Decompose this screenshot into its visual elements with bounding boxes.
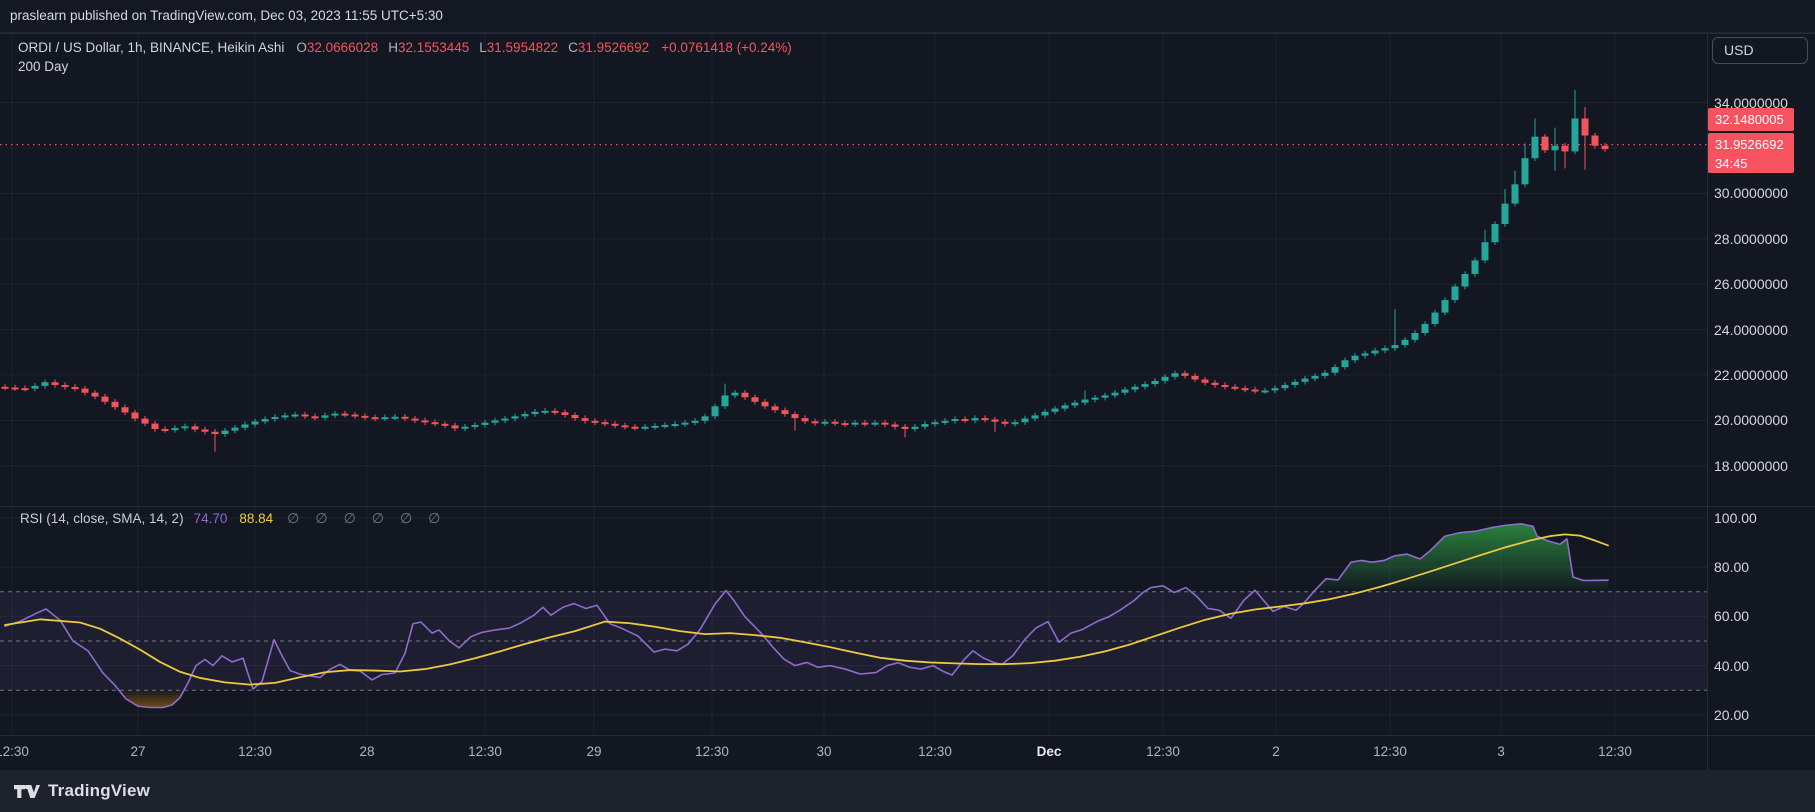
tradingview-logo-icon[interactable] bbox=[14, 783, 40, 800]
time-axis-label: 12:30 bbox=[918, 743, 952, 760]
open-label: O bbox=[296, 40, 307, 55]
empty-set-icon: ∅ bbox=[344, 510, 356, 527]
time-axis-label: 12:30 bbox=[0, 743, 29, 760]
time-axis-label: 29 bbox=[586, 743, 601, 760]
price-tick-label: 24.0000000 bbox=[1714, 322, 1809, 338]
high-label: H bbox=[388, 40, 398, 55]
bar-countdown: 34:45 bbox=[1715, 154, 1794, 173]
time-axis-label: 3 bbox=[1497, 743, 1505, 760]
attribution-text: praslearn published on TradingView.com, … bbox=[10, 0, 443, 32]
time-axis-label: 27 bbox=[130, 743, 145, 760]
price-tick-label: 20.0000000 bbox=[1714, 412, 1809, 428]
chart-canvas[interactable] bbox=[0, 0, 1815, 812]
high-value: 32.1553445 bbox=[398, 40, 469, 55]
price-tick-label: 18.0000000 bbox=[1714, 458, 1809, 474]
price-tick-label: 22.0000000 bbox=[1714, 367, 1809, 383]
tradingview-wordmark[interactable]: TradingView bbox=[48, 781, 150, 801]
time-axis-label: 28 bbox=[359, 743, 374, 760]
rsi-tick-label: 100.00 bbox=[1714, 510, 1809, 526]
rsi-tick-label: 20.00 bbox=[1714, 707, 1809, 723]
rsi-title[interactable]: RSI (14, close, SMA, 14, 2) bbox=[20, 511, 184, 526]
price-tick-label: 30.0000000 bbox=[1714, 185, 1809, 201]
close-label: C bbox=[568, 40, 578, 55]
rsi-empty-value-icons: ∅ ∅ ∅ ∅ ∅ ∅ bbox=[287, 510, 456, 527]
change-value: +0.0761418 (+0.24%) bbox=[661, 40, 792, 55]
time-axis-label: 12:30 bbox=[468, 743, 502, 760]
empty-set-icon: ∅ bbox=[428, 510, 440, 527]
open-value: 32.0666028 bbox=[307, 40, 378, 55]
rsi-tick-label: 80.00 bbox=[1714, 559, 1809, 575]
time-axis-label: 12:30 bbox=[1146, 743, 1180, 760]
empty-set-icon: ∅ bbox=[287, 510, 299, 527]
bottom-bar: TradingView bbox=[0, 770, 1815, 812]
time-axis-label: 12:30 bbox=[1598, 743, 1632, 760]
time-axis-label: 2 bbox=[1272, 743, 1280, 760]
time-axis-label: 12:30 bbox=[238, 743, 272, 760]
rsi-tick-label: 40.00 bbox=[1714, 658, 1809, 674]
time-axis-label: 30 bbox=[816, 743, 831, 760]
low-label: L bbox=[479, 40, 487, 55]
empty-set-icon: ∅ bbox=[400, 510, 412, 527]
price-tick-label: 26.0000000 bbox=[1714, 276, 1809, 292]
last-price-countdown-badge: 31.9526692 34:45 bbox=[1708, 133, 1794, 173]
rsi-tick-label: 60.00 bbox=[1714, 608, 1809, 624]
rsi-legend[interactable]: RSI (14, close, SMA, 14, 2) 74.70 88.84 … bbox=[20, 510, 456, 527]
low-value: 31.5954822 bbox=[487, 40, 558, 55]
empty-set-icon: ∅ bbox=[372, 510, 384, 527]
attribution-bar: praslearn published on TradingView.com, … bbox=[0, 0, 1815, 33]
symbol-legend[interactable]: ORDI / US Dollar, 1h, BINANCE, Heikin As… bbox=[18, 39, 792, 56]
indicator-label-200day[interactable]: 200 Day bbox=[18, 59, 68, 76]
tradingview-chart-window: praslearn published on TradingView.com, … bbox=[0, 0, 1815, 812]
time-axis-label: 12:30 bbox=[695, 743, 729, 760]
price-badge: 32.1480005 bbox=[1708, 108, 1794, 131]
symbol-title[interactable]: ORDI / US Dollar, 1h, BINANCE, Heikin As… bbox=[18, 40, 284, 55]
rsi-ma-current-value: 88.84 bbox=[239, 511, 273, 526]
close-value: 31.9526692 bbox=[578, 40, 649, 55]
price-tick-label: 28.0000000 bbox=[1714, 231, 1809, 247]
rsi-current-value: 74.70 bbox=[194, 511, 228, 526]
currency-usd-button[interactable]: USD bbox=[1712, 37, 1808, 64]
last-price-value: 31.9526692 bbox=[1715, 135, 1794, 154]
time-axis-label: 12:30 bbox=[1373, 743, 1407, 760]
empty-set-icon: ∅ bbox=[315, 510, 327, 527]
time-axis-label: Dec bbox=[1037, 743, 1062, 760]
rsi-band bbox=[0, 524, 1707, 708]
